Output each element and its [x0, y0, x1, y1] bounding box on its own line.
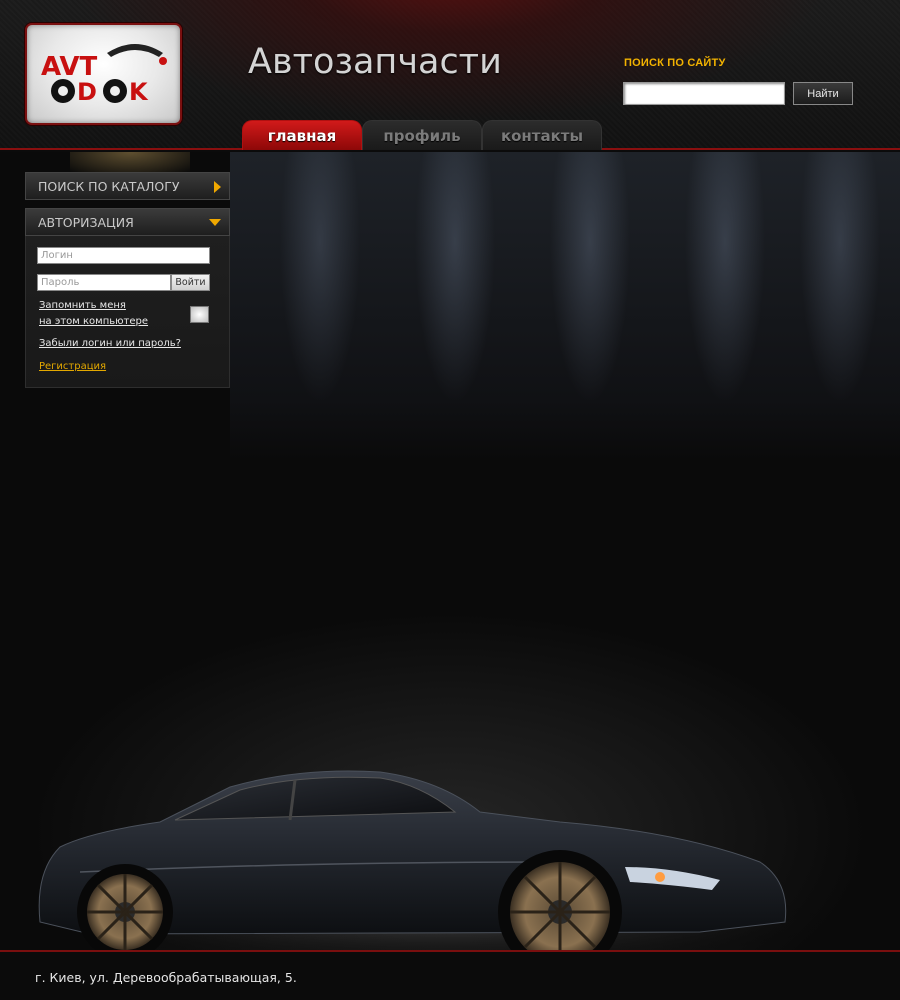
remember-line-2: на этом компьютере	[39, 316, 149, 327]
main-nav: главная профиль контакты	[242, 120, 602, 150]
site-title: Автозапчасти	[248, 42, 502, 82]
site-logo[interactable]: AVT D K	[25, 23, 182, 125]
login-button[interactable]: Войти	[171, 274, 210, 291]
remember-line-1: Запомнить меня	[39, 300, 126, 311]
auth-panel: Логин Пароль Войти Запомнить меня на это…	[25, 236, 230, 388]
triangle-right-icon	[214, 181, 221, 193]
auth-label: АВТОРИЗАЦИЯ	[38, 214, 134, 230]
triangle-down-icon	[209, 219, 221, 226]
svg-text:D: D	[77, 78, 97, 106]
remember-me-link[interactable]: Запомнить меня на этом компьютере	[39, 298, 159, 330]
site-footer: г. Киев, ул. Деревообрабатывающая, 5.	[0, 950, 900, 1000]
search-input[interactable]	[623, 82, 785, 105]
sidebar: ПОИСК ПО КАТАЛОГУ АВТОРИЗАЦИЯ Логин Паро…	[25, 172, 230, 388]
password-input[interactable]: Пароль	[37, 274, 171, 291]
hero-car-image	[0, 672, 900, 950]
footer-address: г. Киев, ул. Деревообрабатывающая, 5.	[35, 970, 297, 985]
catalog-search-header[interactable]: ПОИСК ПО КАТАЛОГУ	[25, 172, 230, 200]
background-spotlights	[230, 152, 900, 462]
logo-graphic: AVT D K	[41, 44, 167, 106]
tab-home[interactable]: главная	[242, 120, 362, 150]
main-content: ПОИСК ПО КАТАЛОГУ АВТОРИЗАЦИЯ Логин Паро…	[0, 152, 900, 950]
catalog-search-label: ПОИСК ПО КАТАЛОГУ	[38, 178, 180, 194]
sidebar-top-glow	[70, 152, 190, 172]
register-link[interactable]: Регистрация	[39, 361, 106, 372]
tab-profile[interactable]: профиль	[362, 120, 482, 150]
search-button[interactable]: Найти	[793, 82, 853, 105]
auth-header[interactable]: АВТОРИЗАЦИЯ	[25, 208, 230, 236]
forgot-password-link[interactable]: Забыли логин или пароль?	[39, 338, 181, 349]
site-header: AVT D K Автозапчасти ПОИСК ПО САЙТУ Найт…	[0, 0, 900, 150]
svg-text:K: K	[129, 78, 149, 106]
tab-contacts[interactable]: контакты	[482, 120, 602, 150]
remember-me-checkbox[interactable]	[190, 306, 209, 323]
login-input[interactable]: Логин	[37, 247, 210, 264]
search-label: ПОИСК ПО САЙТУ	[624, 57, 726, 69]
